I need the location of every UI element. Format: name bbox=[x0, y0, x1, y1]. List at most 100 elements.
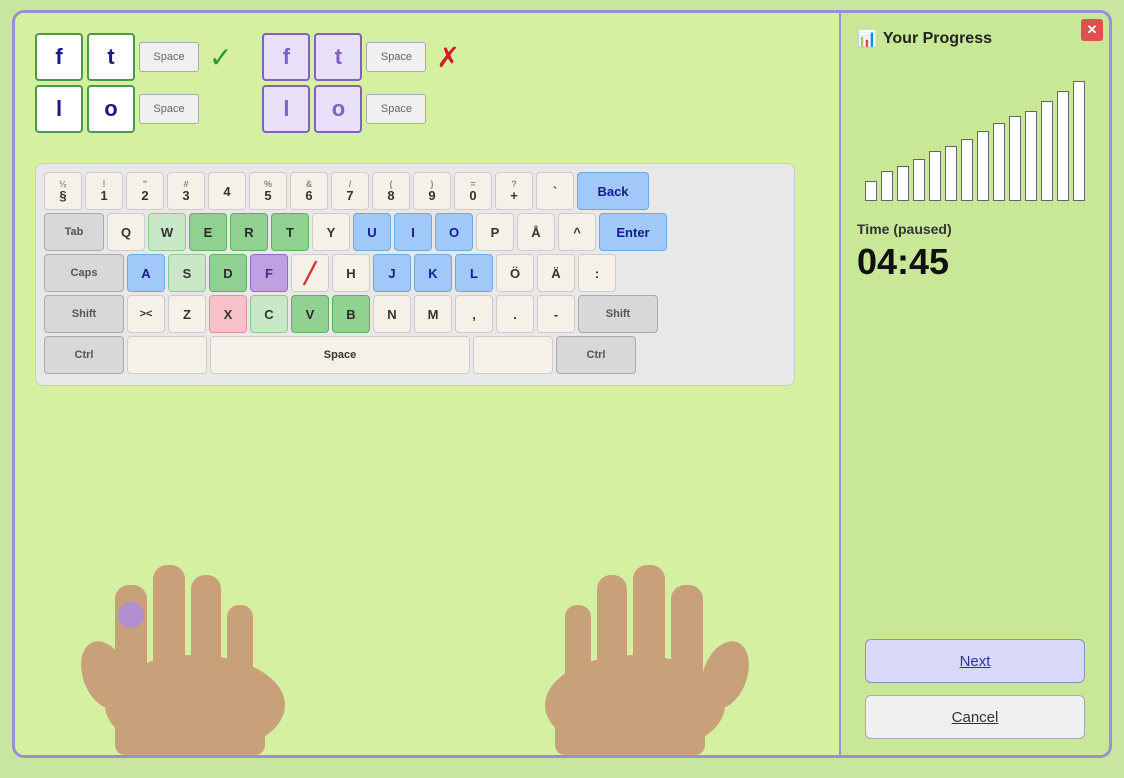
progress-bar-0 bbox=[865, 181, 877, 201]
key-x[interactable]: X bbox=[209, 295, 247, 333]
key-plus[interactable]: ?+ bbox=[495, 172, 533, 210]
key-u[interactable]: U bbox=[353, 213, 391, 251]
letter-t-correct: t bbox=[87, 33, 135, 81]
progress-bar-11 bbox=[1041, 101, 1053, 201]
hands-area bbox=[15, 535, 835, 755]
attempt-word-row1: f t Space ✗ bbox=[262, 33, 459, 81]
key-j[interactable]: J bbox=[373, 254, 411, 292]
progress-bar-6 bbox=[961, 139, 973, 201]
key-y[interactable]: Y bbox=[312, 213, 350, 251]
attempt-word-group: f t Space ✗ l o Space bbox=[262, 33, 459, 133]
key-o[interactable]: O bbox=[435, 213, 473, 251]
key-7[interactable]: /7 bbox=[331, 172, 369, 210]
space-box-attempt-2: Space bbox=[366, 94, 426, 124]
keyboard-row-qwerty: Tab Q W E R T Y U I O P Å ^ Enter bbox=[44, 213, 786, 251]
letter-l-attempt: l bbox=[262, 85, 310, 133]
key-minus[interactable]: - bbox=[537, 295, 575, 333]
key-fn-left[interactable] bbox=[127, 336, 207, 374]
letter-f-attempt: f bbox=[262, 33, 310, 81]
key-9[interactable]: )9 bbox=[413, 172, 451, 210]
keyboard-row-asdf: Caps A S D F ╱ H J K L Ö Ä : bbox=[44, 254, 786, 292]
progress-bar-9 bbox=[1009, 116, 1021, 201]
space-box-correct-2: Space bbox=[139, 94, 199, 124]
chart-icon: 📊 bbox=[857, 29, 877, 49]
key-v[interactable]: V bbox=[291, 295, 329, 333]
key-section[interactable]: ½§ bbox=[44, 172, 82, 210]
key-comma[interactable]: , bbox=[455, 295, 493, 333]
key-4[interactable]: 4 bbox=[208, 172, 246, 210]
key-k[interactable]: K bbox=[414, 254, 452, 292]
key-caps[interactable]: Caps bbox=[44, 254, 124, 292]
key-6[interactable]: &6 bbox=[290, 172, 328, 210]
key-period[interactable]: . bbox=[496, 295, 534, 333]
progress-bar-1 bbox=[881, 171, 893, 201]
key-ae[interactable]: Ä bbox=[537, 254, 575, 292]
cancel-button[interactable]: Cancel bbox=[865, 695, 1085, 739]
next-button[interactable]: Next bbox=[865, 639, 1085, 683]
correct-word-row1: f t Space ✓ bbox=[35, 33, 232, 81]
key-fn-right[interactable] bbox=[473, 336, 553, 374]
key-0[interactable]: =0 bbox=[454, 172, 492, 210]
key-backtick[interactable]: ` bbox=[536, 172, 574, 210]
key-colon[interactable]: : bbox=[578, 254, 616, 292]
key-angle[interactable]: >< bbox=[127, 295, 165, 333]
key-5[interactable]: %5 bbox=[249, 172, 287, 210]
key-3[interactable]: #3 bbox=[167, 172, 205, 210]
key-ctrl-right[interactable]: Ctrl bbox=[556, 336, 636, 374]
key-n[interactable]: N bbox=[373, 295, 411, 333]
key-b[interactable]: B bbox=[332, 295, 370, 333]
key-l[interactable]: L bbox=[455, 254, 493, 292]
key-r[interactable]: R bbox=[230, 213, 268, 251]
time-value: 04:45 bbox=[857, 241, 949, 283]
key-p[interactable]: P bbox=[476, 213, 514, 251]
key-oe[interactable]: Ö bbox=[496, 254, 534, 292]
key-i[interactable]: I bbox=[394, 213, 432, 251]
key-slash-red[interactable]: ╱ bbox=[291, 254, 329, 292]
main-container: ✕ f t Space ✓ l o Space bbox=[12, 10, 1112, 758]
progress-bar-10 bbox=[1025, 111, 1037, 201]
letter-f-correct: f bbox=[35, 33, 83, 81]
key-e[interactable]: E bbox=[189, 213, 227, 251]
key-w[interactable]: W bbox=[148, 213, 186, 251]
time-label: Time (paused) bbox=[857, 221, 952, 237]
progress-bar-5 bbox=[945, 146, 957, 201]
key-1[interactable]: !1 bbox=[85, 172, 123, 210]
key-backspace[interactable]: Back bbox=[577, 172, 649, 210]
close-button[interactable]: ✕ bbox=[1081, 19, 1103, 41]
word-area: f t Space ✓ l o Space f t Space ✗ bbox=[35, 33, 819, 133]
correct-word-group: f t Space ✓ l o Space bbox=[35, 33, 232, 133]
key-h[interactable]: H bbox=[332, 254, 370, 292]
letter-o-attempt: o bbox=[314, 85, 362, 133]
key-z[interactable]: Z bbox=[168, 295, 206, 333]
key-q[interactable]: Q bbox=[107, 213, 145, 251]
space-box-attempt-1: Space bbox=[366, 42, 426, 72]
key-f[interactable]: F bbox=[250, 254, 288, 292]
key-shift-right[interactable]: Shift bbox=[578, 295, 658, 333]
progress-bar-8 bbox=[993, 123, 1005, 201]
key-space[interactable]: Space bbox=[210, 336, 470, 374]
keyboard-row-numbers: ½§ !1 "2 #3 4 %5 &6 /7 (8 )9 =0 ?+ ` Bac… bbox=[44, 172, 786, 210]
key-aa[interactable]: Å bbox=[517, 213, 555, 251]
key-s[interactable]: S bbox=[168, 254, 206, 292]
key-ctrl-left[interactable]: Ctrl bbox=[44, 336, 124, 374]
key-c[interactable]: C bbox=[250, 295, 288, 333]
progress-header: 📊 Your Progress bbox=[857, 29, 992, 49]
key-d[interactable]: D bbox=[209, 254, 247, 292]
progress-bar-2 bbox=[897, 166, 909, 201]
key-m[interactable]: M bbox=[414, 295, 452, 333]
attempt-word-row2: l o Space bbox=[262, 85, 459, 133]
key-8[interactable]: (8 bbox=[372, 172, 410, 210]
x-mark: ✗ bbox=[436, 41, 459, 74]
keyboard: ½§ !1 "2 #3 4 %5 &6 /7 (8 )9 =0 ?+ ` Bac… bbox=[35, 163, 795, 386]
key-t[interactable]: T bbox=[271, 213, 309, 251]
key-caret[interactable]: ^ bbox=[558, 213, 596, 251]
key-a[interactable]: A bbox=[127, 254, 165, 292]
key-tab[interactable]: Tab bbox=[44, 213, 104, 251]
keyboard-row-bottom: Ctrl Space Ctrl bbox=[44, 336, 786, 374]
space-box-correct-1: Space bbox=[139, 42, 199, 72]
key-shift-left[interactable]: Shift bbox=[44, 295, 124, 333]
progress-bar-13 bbox=[1073, 81, 1085, 201]
progress-bar-3 bbox=[913, 159, 925, 201]
key-2[interactable]: "2 bbox=[126, 172, 164, 210]
key-enter[interactable]: Enter bbox=[599, 213, 667, 251]
